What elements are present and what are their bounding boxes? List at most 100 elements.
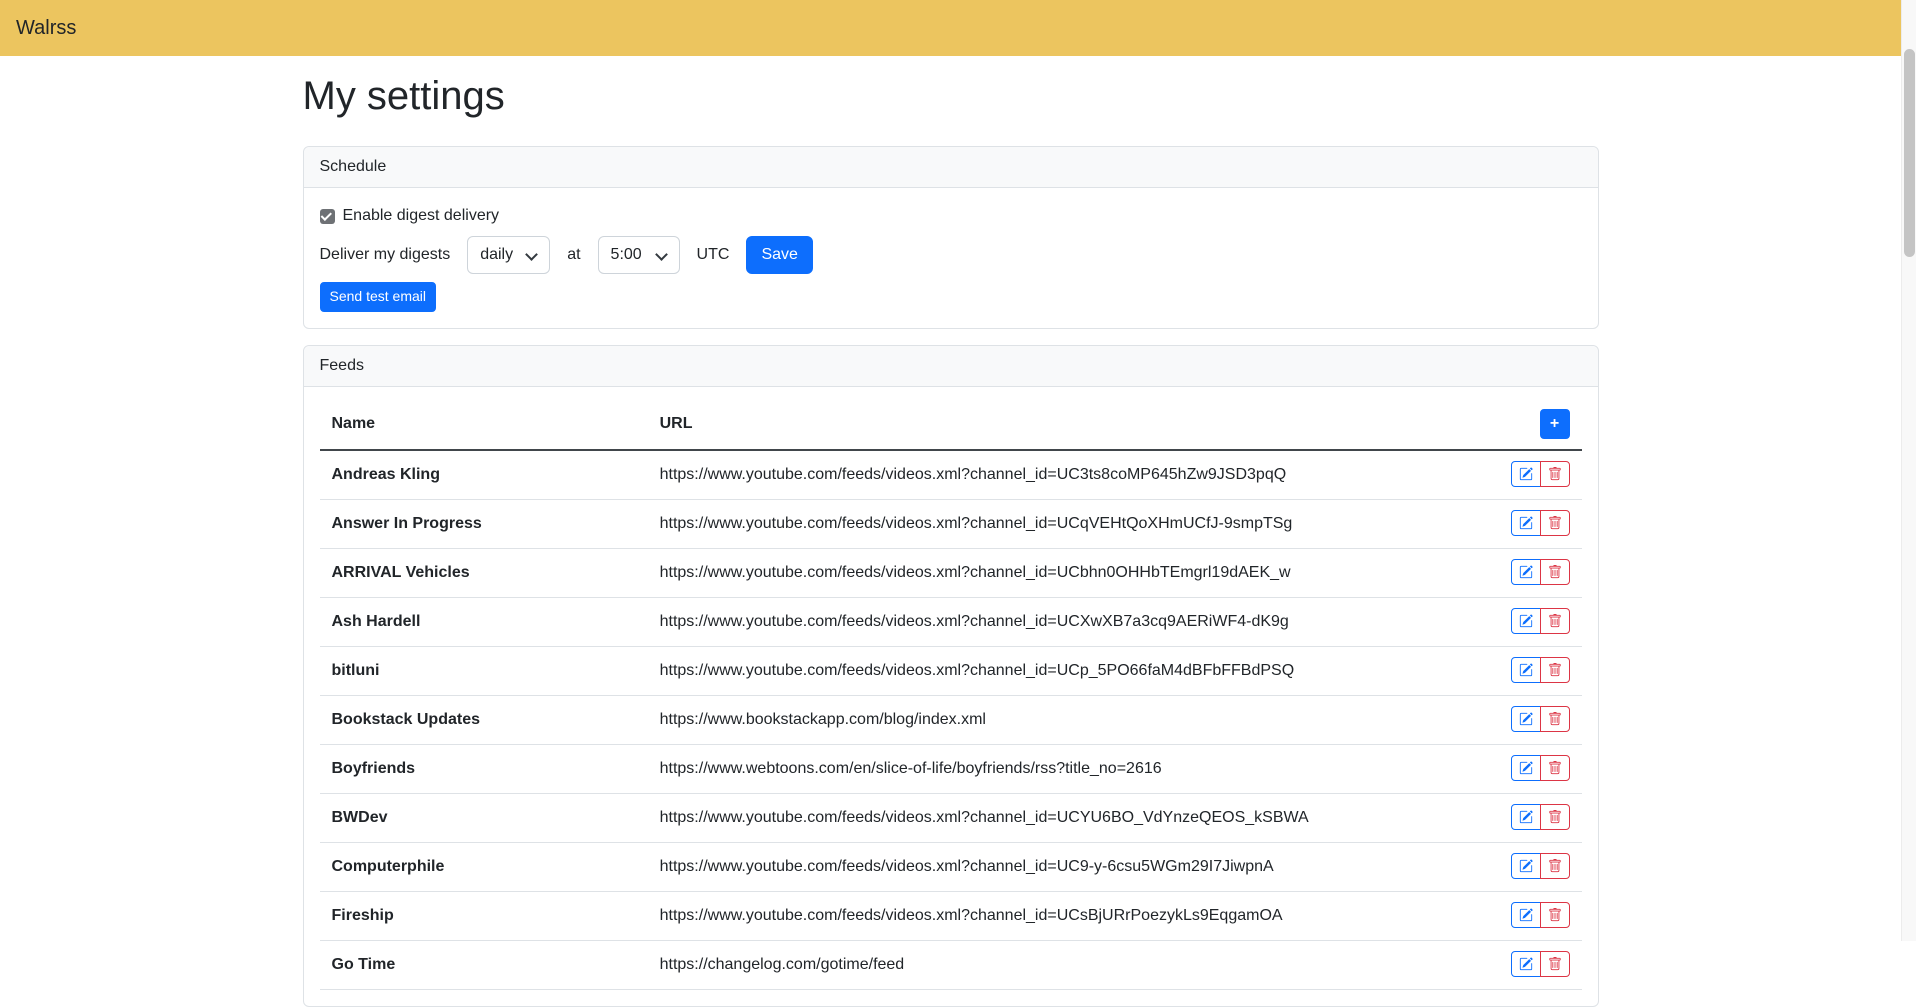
feed-row: ARRIVAL Vehicles https://www.youtube.com… (320, 548, 1582, 597)
trash-icon (1548, 467, 1562, 481)
edit-feed-button[interactable] (1511, 608, 1541, 634)
trash-icon (1548, 516, 1562, 530)
feed-name: Bookstack Updates (320, 695, 648, 744)
delete-feed-button[interactable] (1540, 853, 1570, 879)
enable-digest-checkbox[interactable] (320, 209, 335, 224)
edit-feed-button[interactable] (1511, 510, 1541, 536)
deliver-label: Deliver my digests (320, 243, 451, 267)
pencil-square-icon (1519, 859, 1533, 873)
edit-feed-button[interactable] (1511, 853, 1541, 879)
delete-feed-button[interactable] (1540, 510, 1570, 536)
delete-feed-button[interactable] (1540, 559, 1570, 585)
at-label: at (567, 243, 580, 267)
trash-icon (1548, 663, 1562, 677)
trash-icon (1548, 761, 1562, 775)
enable-digest-label[interactable]: Enable digest delivery (343, 204, 500, 228)
feed-row: Andreas Kling https://www.youtube.com/fe… (320, 450, 1582, 500)
feed-actions-group (1511, 755, 1570, 781)
pencil-square-icon (1519, 957, 1533, 971)
column-header-name: Name (320, 399, 648, 450)
scrollbar-track[interactable] (1901, 0, 1916, 941)
feed-name: Andreas Kling (320, 450, 648, 500)
save-button[interactable]: Save (746, 236, 812, 274)
feed-actions (1472, 695, 1582, 744)
feed-url: https://www.bookstackapp.com/blog/index.… (648, 695, 1472, 744)
send-test-email-button[interactable]: Send test email (320, 282, 437, 312)
feed-actions (1472, 842, 1582, 891)
page-title: My settings (303, 66, 1599, 126)
feed-actions-group (1511, 951, 1570, 977)
time-select-wrap: 5:00 (598, 236, 680, 274)
pencil-square-icon (1519, 467, 1533, 481)
feeds-card-header: Feeds (304, 346, 1598, 387)
feeds-table-body: Andreas Kling https://www.youtube.com/fe… (320, 450, 1582, 990)
edit-feed-button[interactable] (1511, 902, 1541, 928)
delete-feed-button[interactable] (1540, 706, 1570, 732)
feeds-card: Feeds Name URL + Andreas Kling https://w… (303, 345, 1599, 1007)
page-content: Walrss My settings Schedule Enable diges… (0, 0, 1901, 1007)
feed-name: bitluni (320, 646, 648, 695)
frequency-select-wrap: daily (467, 236, 550, 274)
column-header-actions: + (1472, 399, 1582, 450)
time-select[interactable]: 5:00 (598, 236, 680, 274)
feed-row: Bookstack Updates https://www.bookstacka… (320, 695, 1582, 744)
delete-feed-button[interactable] (1540, 804, 1570, 830)
feeds-card-body: Name URL + Andreas Kling https://www.you… (304, 387, 1598, 1006)
feed-actions (1472, 597, 1582, 646)
edit-feed-button[interactable] (1511, 951, 1541, 977)
navbar: Walrss (0, 0, 1901, 56)
delete-feed-button[interactable] (1540, 608, 1570, 634)
feed-url: https://changelog.com/gotime/feed (648, 940, 1472, 989)
main-content: My settings Schedule Enable digest deliv… (291, 56, 1611, 1007)
feed-name: Go Time (320, 940, 648, 989)
feed-row: Fireship https://www.youtube.com/feeds/v… (320, 891, 1582, 940)
delete-feed-button[interactable] (1540, 755, 1570, 781)
feed-url: https://www.youtube.com/feeds/videos.xml… (648, 499, 1472, 548)
trash-icon (1548, 614, 1562, 628)
trash-icon (1548, 810, 1562, 824)
trash-icon (1548, 908, 1562, 922)
deliver-row: Deliver my digests daily at 5:00 (320, 236, 1582, 274)
feed-actions (1472, 548, 1582, 597)
feed-actions-group (1511, 706, 1570, 732)
edit-feed-button[interactable] (1511, 804, 1541, 830)
frequency-select[interactable]: daily (467, 236, 550, 274)
edit-feed-button[interactable] (1511, 559, 1541, 585)
feed-name: Fireship (320, 891, 648, 940)
pencil-square-icon (1519, 663, 1533, 677)
feed-actions-group (1511, 510, 1570, 536)
feed-row: Computerphile https://www.youtube.com/fe… (320, 842, 1582, 891)
feed-row: Go Time https://changelog.com/gotime/fee… (320, 940, 1582, 989)
feed-name: ARRIVAL Vehicles (320, 548, 648, 597)
feed-actions (1472, 793, 1582, 842)
trash-icon (1548, 712, 1562, 726)
edit-feed-button[interactable] (1511, 755, 1541, 781)
pencil-square-icon (1519, 712, 1533, 726)
add-feed-button[interactable]: + (1540, 409, 1570, 439)
feed-row: Boyfriends https://www.webtoons.com/en/s… (320, 744, 1582, 793)
delete-feed-button[interactable] (1540, 902, 1570, 928)
feed-actions (1472, 450, 1582, 500)
feed-actions-group (1511, 559, 1570, 585)
feed-name: Computerphile (320, 842, 648, 891)
scrollbar-thumb[interactable] (1904, 49, 1915, 257)
feed-url: https://www.youtube.com/feeds/videos.xml… (648, 646, 1472, 695)
pencil-square-icon (1519, 565, 1533, 579)
navbar-brand[interactable]: Walrss (16, 13, 76, 43)
pencil-square-icon (1519, 908, 1533, 922)
schedule-card: Schedule Enable digest delivery Deliver … (303, 146, 1599, 329)
schedule-card-header: Schedule (304, 147, 1598, 188)
feed-url: https://www.youtube.com/feeds/videos.xml… (648, 793, 1472, 842)
enable-digest-row: Enable digest delivery (320, 204, 1582, 228)
feed-name: BWDev (320, 793, 648, 842)
feed-actions-group (1511, 853, 1570, 879)
delete-feed-button[interactable] (1540, 657, 1570, 683)
edit-feed-button[interactable] (1511, 706, 1541, 732)
edit-feed-button[interactable] (1511, 657, 1541, 683)
feed-row: Answer In Progress https://www.youtube.c… (320, 499, 1582, 548)
feed-name: Boyfriends (320, 744, 648, 793)
delete-feed-button[interactable] (1540, 951, 1570, 977)
edit-feed-button[interactable] (1511, 461, 1541, 487)
delete-feed-button[interactable] (1540, 461, 1570, 487)
feed-actions (1472, 940, 1582, 989)
